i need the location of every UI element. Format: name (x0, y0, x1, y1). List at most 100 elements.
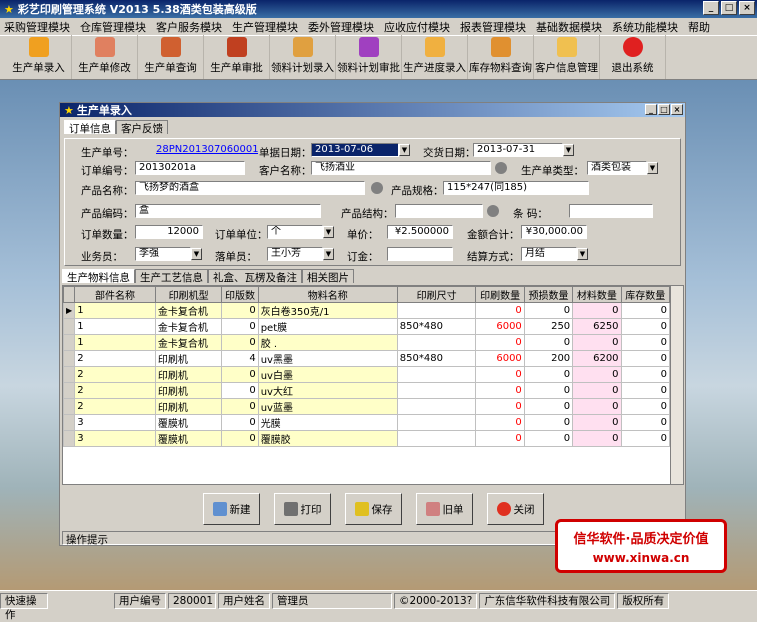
order-unit-dropdown-icon[interactable]: ▼ (323, 226, 334, 238)
table-row[interactable]: ▶ 1 金卡复合机 0 灰白卷350克/1 0 0 0 0 (63, 302, 671, 319)
menu-warehouse[interactable]: 仓库管理模块 (80, 19, 146, 35)
customer-lookup-icon[interactable] (495, 162, 507, 174)
table-cell[interactable]: 850*480 (396, 350, 477, 367)
close-button[interactable]: × (739, 1, 755, 15)
unit-price-input[interactable]: ¥2.500000 (387, 225, 453, 239)
tb-material-plan-button[interactable]: 领料计划录入 (270, 35, 336, 79)
table-cell[interactable]: 0 (572, 366, 622, 383)
table-cell[interactable] (396, 430, 477, 447)
table-cell[interactable]: 印刷机 (154, 382, 223, 399)
table-cell[interactable]: 0 (221, 366, 259, 383)
new-button[interactable]: 新建 (203, 493, 260, 525)
menu-purchase[interactable]: 采购管理模块 (4, 19, 70, 35)
table-cell[interactable]: 2 (74, 366, 156, 383)
menu-help[interactable]: 帮助 (688, 19, 710, 35)
table-cell[interactable]: uv白墨 (257, 366, 398, 383)
table-cell[interactable]: 0 (523, 414, 574, 431)
menu-basedata[interactable]: 基础数据模块 (536, 19, 602, 35)
table-cell[interactable]: 0 (221, 302, 259, 319)
col-print-qty[interactable]: 印刷数量 (475, 286, 525, 303)
table-cell[interactable]: 0 (221, 398, 259, 415)
table-cell[interactable]: 200 (523, 350, 574, 367)
order-no-value[interactable]: 28PN201307060001 (153, 144, 258, 158)
table-row[interactable]: 2 印刷机 4 uv黑墨 850*480 6000 200 6200 0 (63, 350, 671, 367)
table-row[interactable]: 1 金卡复合机 0 胶 .0000 (63, 334, 671, 351)
delivery-date-dropdown-icon[interactable]: ▼ (563, 144, 574, 156)
table-cell[interactable]: 0 (221, 318, 259, 335)
table-cell[interactable]: 0 (620, 318, 671, 335)
tb-order-edit-button[interactable]: 生产单修改 (72, 35, 138, 79)
order-unit-select[interactable]: 个 (267, 225, 323, 239)
tb-customer-info-button[interactable]: 客户信息管理 (534, 35, 600, 79)
tb-progress-entry-button[interactable]: 生产进度录入 (402, 35, 468, 79)
menu-report[interactable]: 报表管理模块 (460, 19, 526, 35)
col-material-name[interactable]: 物料名称 (257, 286, 398, 303)
settlement-dropdown-icon[interactable]: ▼ (577, 248, 588, 260)
table-cell[interactable]: 1 (74, 318, 156, 335)
table-cell[interactable]: 0 (475, 414, 525, 431)
structure-lookup-icon[interactable] (487, 205, 499, 217)
table-cell[interactable]: 金卡复合机 (154, 334, 223, 351)
table-cell[interactable]: 0 (620, 334, 671, 351)
product-code-input[interactable]: 盒 (135, 204, 321, 218)
table-cell[interactable]: 印刷机 (154, 398, 223, 415)
minimize-button[interactable]: _ (703, 1, 719, 15)
barcode-input[interactable] (569, 204, 653, 218)
table-cell[interactable]: 6000 (475, 318, 525, 335)
table-cell[interactable]: 0 (475, 382, 525, 399)
old-order-button[interactable]: 旧单 (416, 493, 473, 525)
table-cell[interactable]: 2 (74, 350, 156, 367)
table-cell[interactable]: 印刷机 (154, 350, 223, 367)
table-cell[interactable]: 0 (475, 366, 525, 383)
table-cell[interactable]: 覆膜机 (154, 430, 223, 447)
table-cell[interactable]: uv大红 (257, 382, 398, 399)
product-lookup-icon[interactable] (371, 182, 383, 194)
table-cell[interactable]: 0 (523, 430, 574, 447)
order-code-input[interactable]: 20130201a (135, 161, 245, 175)
menu-customer[interactable]: 客户服务模块 (156, 19, 222, 35)
col-print-size[interactable]: 印刷尺寸 (396, 286, 477, 303)
table-cell[interactable]: 4 (221, 350, 259, 367)
status-quick-ops[interactable]: 快速操作 (0, 592, 48, 621)
table-row[interactable]: 1 金卡复合机 0 pet膜 850*480 6000 250 6250 0 (63, 318, 671, 335)
table-cell[interactable]: 0 (523, 334, 574, 351)
child-close-button[interactable]: × (671, 104, 683, 115)
tab-related-images[interactable]: 相关图片 (302, 269, 354, 284)
close-window-button[interactable]: 关闭 (487, 493, 544, 525)
table-cell[interactable]: pet膜 (257, 318, 398, 335)
tab-process-info[interactable]: 生产工艺信息 (135, 269, 208, 284)
issuer-dropdown-icon[interactable]: ▼ (323, 248, 334, 260)
table-cell[interactable]: 250 (523, 318, 574, 335)
col-material-qty[interactable]: 材料数量 (572, 286, 622, 303)
doc-date-dropdown-icon[interactable]: ▼ (399, 144, 410, 156)
child-maximize-button[interactable]: □ (658, 104, 670, 115)
table-cell[interactable]: 0 (620, 414, 671, 431)
table-cell[interactable]: 灰白卷350克/1 (257, 302, 398, 319)
table-cell[interactable]: 1 (74, 334, 156, 351)
salesperson-select[interactable]: 李强 (135, 247, 191, 261)
table-cell[interactable]: 6250 (572, 318, 622, 335)
table-row[interactable]: 3 覆膜机 0 覆膜胶 0 0 0 0 (63, 430, 671, 447)
table-row[interactable]: 2 印刷机 0 uv白墨 0 0 0 0 (63, 366, 671, 383)
table-cell[interactable]: 0 (523, 302, 574, 319)
order-type-select[interactable]: 酒类包装 (587, 161, 647, 175)
tb-stock-query-button[interactable]: 库存物料查询 (468, 35, 534, 79)
table-cell[interactable]: 0 (572, 430, 622, 447)
table-cell[interactable]: 0 (620, 366, 671, 383)
table-cell[interactable]: 6000 (475, 350, 525, 367)
table-cell[interactable]: 0 (620, 398, 671, 415)
table-cell[interactable]: 0 (620, 382, 671, 399)
table-cell[interactable]: 0 (572, 398, 622, 415)
col-loss-qty[interactable]: 预损数量 (523, 286, 574, 303)
doc-date-input[interactable]: 2013-07-06 (311, 143, 399, 157)
menu-system[interactable]: 系统功能模块 (612, 19, 678, 35)
table-cell[interactable] (396, 414, 477, 431)
table-cell[interactable]: 0 (475, 398, 525, 415)
table-cell[interactable]: 0 (572, 414, 622, 431)
table-cell[interactable]: 3 (74, 414, 156, 431)
grid-scrollbar[interactable] (670, 286, 683, 484)
table-cell[interactable]: 2 (74, 382, 156, 399)
table-row[interactable]: 3 覆膜机 0 光膜 0 0 0 0 (63, 414, 671, 431)
table-row[interactable]: 2 印刷机 0 uv蓝墨 0 0 0 0 (63, 398, 671, 415)
table-cell[interactable]: 光膜 (257, 414, 398, 431)
